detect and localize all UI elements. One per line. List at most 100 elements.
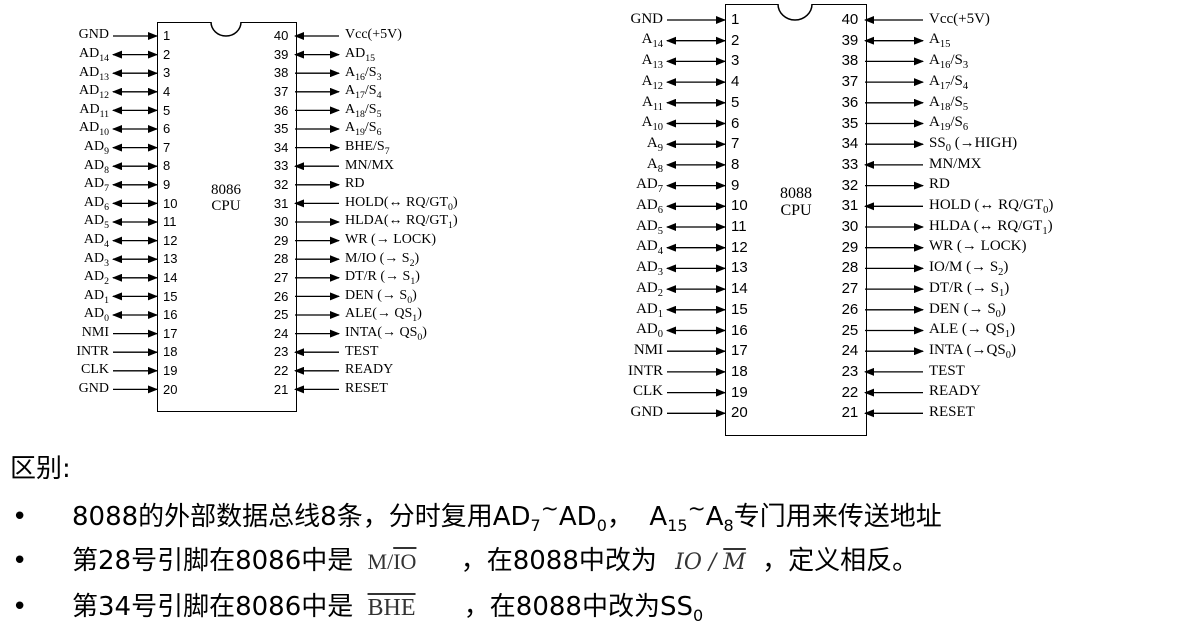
tilde-2: ~: [687, 496, 706, 522]
ad0-sub: 0: [596, 516, 607, 536]
a15-sub: 15: [667, 516, 688, 536]
a8-text: A: [705, 502, 724, 532]
bullet-2-text1: 第28号引脚在8086中是: [72, 546, 354, 576]
pin-label: INTA (→QS0): [929, 341, 1016, 361]
a8-sub: 8: [723, 516, 734, 536]
pin-label: AD11: [79, 101, 109, 120]
pin-number: 26: [273, 288, 289, 304]
pin-number: 37: [841, 73, 859, 91]
ss0-text: SS: [659, 592, 693, 622]
pin-label: IO/M (→ S2): [929, 259, 1009, 279]
bullet-3-text1: 第34号引脚在8086中是: [72, 592, 354, 622]
pin-label: A10: [641, 114, 663, 134]
pin34-8086-bhe: BHE: [367, 595, 416, 621]
pin-label: AD2: [636, 279, 663, 299]
pin-label: A19/S6: [929, 114, 969, 134]
pin-label: AD6: [636, 197, 663, 216]
bullet-2-text3: ，定义相反。: [762, 546, 919, 576]
chip-8088-cpu-label: 8088 CPU: [765, 185, 827, 219]
pin-label: INTR: [76, 343, 109, 359]
pin-label: AD15: [345, 45, 376, 64]
pin-number: 15: [731, 300, 748, 318]
pin-label: RESET: [345, 380, 388, 396]
pin-label: INTA(→ QS0): [345, 324, 427, 343]
pin-number: 8: [731, 155, 740, 173]
pin-label: AD7: [636, 176, 663, 196]
pin-number: 14: [731, 280, 748, 298]
pin-number: 11: [163, 214, 177, 230]
pin-label: RD: [929, 176, 950, 193]
pin-label: CLK: [633, 383, 663, 400]
pin-number: 15: [163, 288, 178, 304]
pin-number: 31: [841, 197, 859, 215]
ss0-sub: 0: [692, 606, 704, 626]
pin-number: 29: [841, 238, 859, 256]
differences-title: 区别:: [10, 454, 71, 484]
ad0-text: AD: [558, 502, 597, 532]
pin-label: A13: [641, 52, 663, 72]
pin-label: HLDA (↔ RQ/GT1): [929, 217, 1053, 237]
pin-label: AD13: [78, 64, 109, 83]
pin-number: 23: [273, 344, 289, 360]
pin-label: AD2: [83, 269, 109, 287]
pin-number: 26: [841, 300, 859, 318]
pin-number: 17: [731, 342, 748, 360]
pin-label: READY: [929, 383, 981, 400]
pin-label: AD14: [78, 45, 109, 64]
pin-label: AD8: [83, 157, 109, 176]
pin-number: 13: [163, 251, 178, 267]
pin-label: CLK: [81, 362, 109, 378]
pin-number: 8: [163, 158, 171, 174]
pin-number: 5: [163, 102, 171, 118]
bullet-2-text2: ，在8088中改为: [460, 546, 657, 576]
chip-8086-cpu-label: 8086 CPU: [195, 182, 257, 214]
tilde-1: ~: [540, 496, 559, 522]
bullet-1-text1: 8088的外部数据总线8条，分时复用: [72, 502, 493, 532]
pin-label: Vcc(+5V): [929, 10, 990, 27]
pin-label: GND: [630, 10, 664, 27]
pin-label: RD: [345, 176, 365, 192]
pin-number: 18: [163, 344, 178, 360]
pin-label: RESET: [929, 404, 975, 420]
pin-number: 7: [731, 135, 740, 153]
pin-number: 2: [731, 31, 740, 49]
pin-number: 21: [273, 381, 289, 397]
pin-number: 4: [163, 84, 171, 99]
pin-label: AD3: [83, 250, 109, 269]
pin-label: AD0: [636, 321, 663, 341]
chip-8086-name: 8086: [211, 182, 241, 198]
pin28-8086-formula: M/IO: [368, 549, 417, 574]
chip-8088-cpu: CPU: [780, 202, 812, 219]
difference-bullet-2: • 第28号引脚在8086中是 M/IO ，在8088中改为 IO / M ，定义…: [12, 540, 918, 577]
pin-label: A16/S3: [929, 52, 969, 72]
pin28-io-overline: IO: [393, 549, 417, 574]
bullet-dot: •: [12, 502, 28, 532]
pin-label: WR (→ LOCK): [929, 238, 1027, 255]
pin-label: Vcc(+5V): [345, 27, 402, 43]
pin-number: 29: [273, 232, 289, 248]
ad7-text: AD: [492, 502, 531, 532]
pin-label: ALE (→ QS1): [929, 321, 1016, 341]
pin-label: ALE(→ QS1): [345, 306, 422, 325]
pin-label: SS0 (→HIGH): [929, 134, 1018, 154]
pin-label: GND: [78, 27, 109, 43]
pin-label: A15: [929, 31, 951, 51]
pin28-8088-slash: /: [701, 550, 724, 575]
pin-number: 22: [273, 363, 289, 378]
pin-number: 9: [163, 177, 171, 192]
pin-number: 33: [841, 155, 859, 173]
pin-number: 39: [273, 46, 289, 62]
pin-label: AD12: [78, 83, 109, 101]
pin-number: 32: [841, 176, 859, 194]
pin-number: 4: [731, 73, 740, 91]
pin-label: AD6: [83, 194, 109, 213]
bullet-1-text2: 专门用来传送地址: [733, 502, 942, 532]
pin-number: 28: [273, 251, 289, 267]
pin-label: NMI: [633, 341, 663, 358]
pin-label: A18/S5: [345, 101, 382, 120]
pin-number: 25: [273, 307, 289, 323]
pin-label: A14: [641, 31, 663, 51]
pin-label: AD0: [83, 306, 109, 325]
pin-label: AD5: [83, 213, 109, 232]
pin-label: A18/S5: [929, 93, 969, 113]
